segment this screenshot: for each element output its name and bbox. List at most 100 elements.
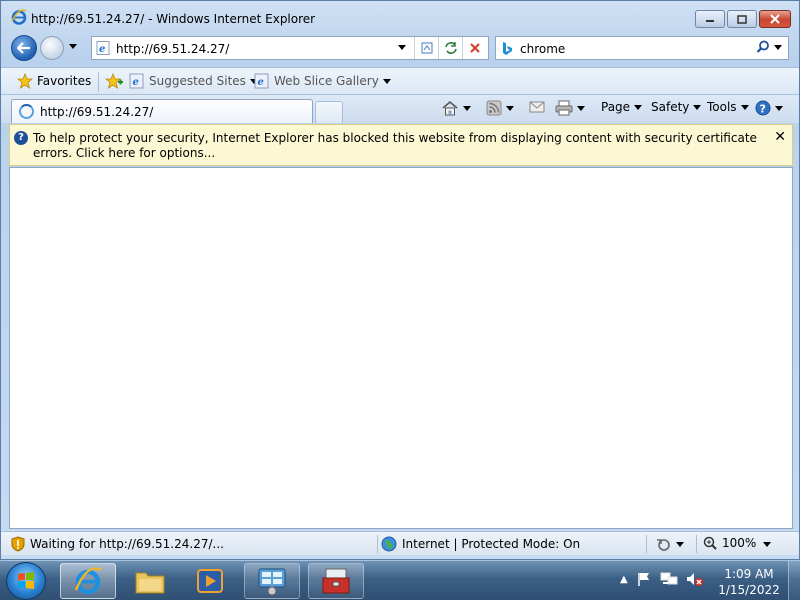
read-mail-button[interactable] [529, 100, 545, 114]
taskbar-toolbox-app[interactable] [308, 563, 364, 599]
globe-icon [381, 536, 397, 552]
suggested-sites-button[interactable]: e Suggested Sites [129, 73, 258, 89]
volume-muted-icon[interactable] [686, 571, 704, 587]
taskbar-internet-explorer[interactable] [60, 563, 116, 599]
toolbox-icon [322, 568, 350, 594]
taskbar-control-panel[interactable] [244, 563, 300, 599]
mail-icon [529, 101, 545, 113]
taskbar-media-player[interactable] [182, 563, 238, 599]
recent-pages-dropdown-icon[interactable] [69, 44, 77, 49]
start-button[interactable] [6, 562, 46, 600]
page-menu-button[interactable]: Page [601, 100, 643, 114]
home-button[interactable] [441, 100, 471, 116]
search-box[interactable]: chrome [495, 36, 789, 60]
safety-menu-button[interactable]: Safety [651, 100, 702, 114]
zoom-icon [703, 536, 717, 550]
printer-icon [555, 100, 573, 116]
internet-explorer-icon [74, 567, 102, 595]
ie-logo-icon [11, 9, 27, 25]
refresh-button[interactable] [438, 37, 462, 59]
status-separator [696, 535, 697, 553]
bing-icon [503, 42, 512, 55]
minimize-icon [706, 20, 714, 22]
security-zone[interactable]: Internet | Protected Mode: On [381, 536, 580, 552]
zoom-dropdown-icon[interactable] [763, 542, 771, 547]
suggested-sites-label: Suggested Sites [149, 74, 246, 88]
favorites-bar: Favorites e Suggested Sites e Web Slice … [1, 67, 799, 95]
favorites-label: Favorites [37, 74, 92, 88]
web-slice-gallery-label: Web Slice Gallery [274, 74, 379, 88]
forward-button[interactable] [40, 36, 64, 60]
svg-text:e: e [133, 77, 139, 88]
svg-text:?: ? [760, 103, 766, 116]
show-desktop-button[interactable] [788, 561, 800, 600]
svg-text:e: e [258, 77, 264, 88]
clock-date: 1/15/2022 [718, 583, 780, 597]
rss-feed-icon [486, 100, 502, 116]
control-panel-icon [258, 568, 286, 596]
favorites-separator [98, 72, 99, 92]
stop-icon [469, 43, 480, 53]
information-bar-message[interactable]: To help protect your security, Internet … [33, 131, 768, 161]
show-hidden-icons-button[interactable]: ▲ [620, 574, 628, 585]
information-bar-close-icon[interactable]: ✕ [774, 129, 786, 145]
svg-text:e: e [99, 44, 105, 55]
page-menu-label: Page [601, 100, 631, 114]
tab-active[interactable]: http://69.51.24.27/ [11, 99, 313, 123]
feeds-button[interactable] [486, 100, 514, 116]
loading-icon [19, 104, 34, 119]
address-dropdown-icon[interactable] [398, 45, 406, 50]
windows-logo-icon [18, 572, 34, 589]
close-button[interactable] [759, 10, 791, 28]
taskbar-windows-explorer[interactable] [122, 563, 178, 599]
web-slice-gallery-button[interactable]: e Web Slice Gallery [254, 73, 391, 89]
information-bar[interactable]: ? To help protect your security, Interne… [9, 124, 793, 166]
page-icon: e [96, 41, 110, 55]
window-title: http://69.51.24.27/ - Windows Internet E… [31, 12, 316, 26]
tab-label: http://69.51.24.27/ [40, 105, 154, 119]
network-icon[interactable] [660, 571, 678, 587]
search-button[interactable] [756, 40, 782, 54]
status-text: Waiting for http://69.51.24.27/... [30, 537, 224, 551]
system-clock[interactable]: 1:09 AM 1/15/2022 [716, 566, 782, 598]
address-bar[interactable]: e http://69.51.24.27/ [91, 36, 489, 60]
maximize-button[interactable] [727, 10, 757, 28]
add-to-favorites-bar-button[interactable] [105, 73, 123, 89]
print-button[interactable] [555, 100, 585, 116]
security-zone-label: Internet | Protected Mode: On [402, 537, 581, 551]
security-warning-shield-icon [11, 536, 25, 552]
minimize-button[interactable] [695, 10, 725, 28]
search-input[interactable]: chrome [520, 42, 565, 56]
action-center-flag-icon[interactable] [636, 571, 652, 587]
shield-info-icon: ? [14, 131, 28, 145]
zoom-level-button[interactable]: 100% [703, 536, 756, 550]
back-arrow-icon [17, 42, 30, 54]
favorites-button[interactable]: Favorites [17, 73, 91, 89]
protected-mode-settings-button[interactable] [655, 536, 684, 552]
safety-menu-dropdown-icon [693, 104, 702, 110]
status-separator [646, 535, 647, 553]
close-icon [770, 14, 780, 24]
refresh-icon [444, 42, 457, 54]
caption-buttons [695, 10, 791, 28]
help-button[interactable]: ? [755, 100, 783, 116]
help-icon: ? [755, 100, 771, 116]
tools-menu-button[interactable]: Tools [707, 100, 749, 114]
search-options-dropdown-icon[interactable] [774, 44, 782, 50]
home-dropdown-icon[interactable] [463, 105, 471, 111]
new-tab-button[interactable] [315, 101, 343, 123]
ie-window: http://69.51.24.27/ - Windows Internet E… [0, 0, 800, 560]
page-menu-dropdown-icon [634, 104, 643, 110]
folder-icon [135, 572, 165, 594]
feeds-dropdown-icon[interactable] [506, 105, 514, 111]
page-content-area[interactable] [9, 167, 793, 529]
home-icon [442, 100, 458, 116]
compatibility-view-button[interactable] [414, 37, 438, 59]
help-dropdown-icon [775, 105, 783, 111]
print-dropdown-icon[interactable] [577, 105, 585, 111]
stop-button[interactable] [462, 37, 486, 59]
back-button[interactable] [11, 35, 37, 61]
address-input[interactable]: http://69.51.24.27/ [116, 42, 229, 56]
tools-menu-dropdown-icon [740, 104, 749, 110]
web-slice-gallery-icon: e [254, 73, 269, 89]
